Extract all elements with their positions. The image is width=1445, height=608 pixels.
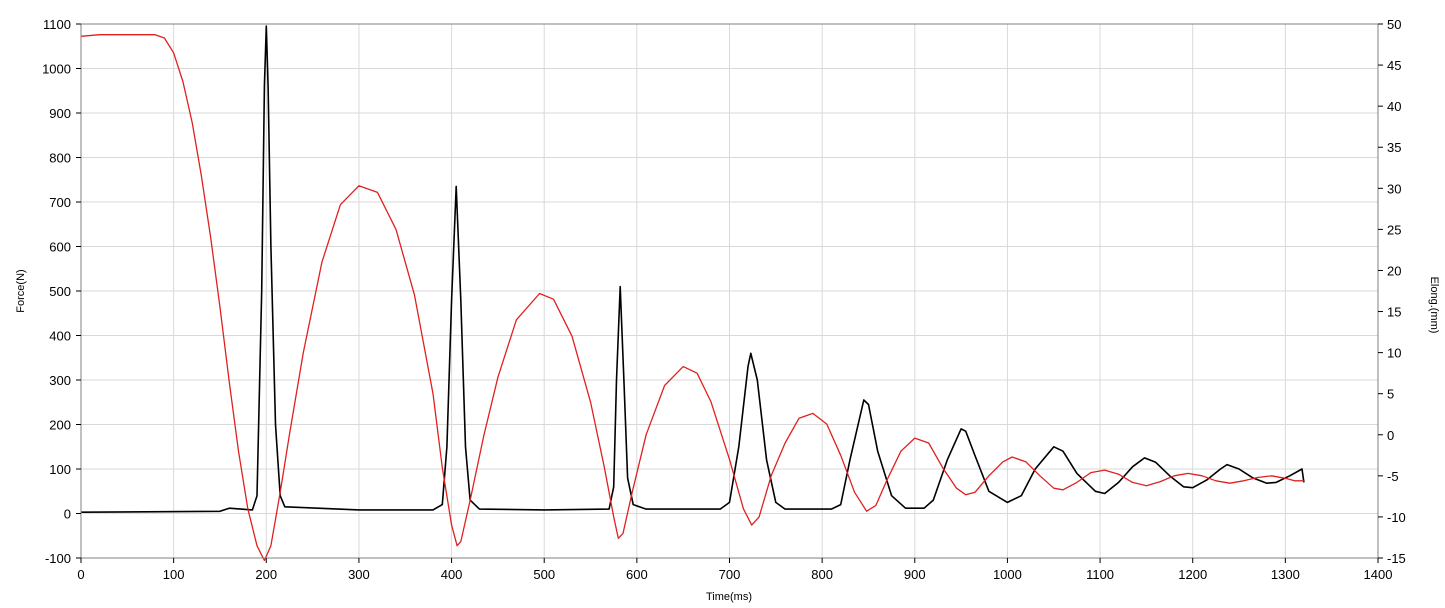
right-y-tick-label: 45 xyxy=(1387,58,1401,73)
x-axis-title: Time(ms) xyxy=(706,591,752,603)
x-tick-label: 1300 xyxy=(1271,567,1300,582)
left-y-tick-label: 0 xyxy=(64,507,71,522)
right-y-tick-label: 35 xyxy=(1387,140,1401,155)
left-y-tick-label: 100 xyxy=(49,462,71,477)
x-tick-label: 700 xyxy=(719,567,741,582)
x-tick-label: 800 xyxy=(811,567,833,582)
right-y-axis-title: Elong.(mm) xyxy=(1428,277,1440,334)
left-y-axis-title: Force(N) xyxy=(15,269,27,312)
left-y-tick-label: 400 xyxy=(49,329,71,344)
right-y-tick-label: 5 xyxy=(1387,387,1394,402)
left-y-tick-label: 500 xyxy=(49,284,71,299)
right-y-tick-label: 40 xyxy=(1387,99,1401,114)
right-y-tick-label: 25 xyxy=(1387,222,1401,237)
left-y-tick-label: 700 xyxy=(49,195,71,210)
x-tick-label: 1000 xyxy=(993,567,1022,582)
x-tick-label: 1400 xyxy=(1364,567,1393,582)
right-y-tick-label: 50 xyxy=(1387,17,1401,32)
right-y-tick-label: 0 xyxy=(1387,428,1394,443)
left-y-tick-label: 1000 xyxy=(42,62,71,77)
x-tick-label: 100 xyxy=(163,567,185,582)
right-y-tick-label: -5 xyxy=(1387,469,1399,484)
left-y-tick-label: 800 xyxy=(49,151,71,166)
force-elongation-chart: 0 100 200 300 400 500 600 700 800 900 1000 1100 1200… xyxy=(0,0,1445,608)
x-tick-label: 0 xyxy=(77,567,84,582)
right-y-tick-label: 30 xyxy=(1387,181,1401,196)
right-y-tick-label: 15 xyxy=(1387,305,1401,320)
left-y-tick-label: 200 xyxy=(49,418,71,433)
left-y-tick-label: 300 xyxy=(49,373,71,388)
left-y-tick-label: 600 xyxy=(49,240,71,255)
right-y-tick-label: -10 xyxy=(1387,510,1406,525)
right-y-tick-label: 10 xyxy=(1387,346,1401,361)
x-tick-label: 1200 xyxy=(1178,567,1207,582)
left-y-tick-label: 900 xyxy=(49,106,71,121)
x-tick-label: 200 xyxy=(255,567,277,582)
right-y-tick-label: -15 xyxy=(1387,551,1406,566)
left-y-tick-label: 1100 xyxy=(43,17,71,32)
right-y-tick-label: 20 xyxy=(1387,263,1401,278)
x-tick-label: 1100 xyxy=(1086,567,1114,582)
x-tick-label: 300 xyxy=(348,567,370,582)
x-tick-label: 400 xyxy=(441,567,463,582)
x-tick-label: 500 xyxy=(533,567,555,582)
x-tick-label: 600 xyxy=(626,567,648,582)
x-tick-label: 900 xyxy=(904,567,926,582)
left-y-tick-label: -100 xyxy=(45,551,71,566)
